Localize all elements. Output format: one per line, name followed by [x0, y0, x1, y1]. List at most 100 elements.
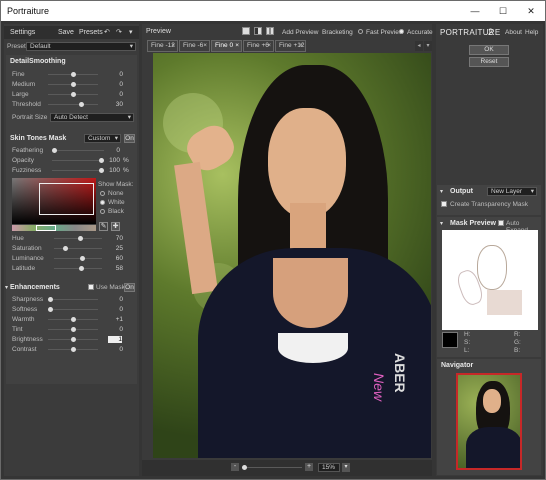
preview-image[interactable]: ABER New: [153, 53, 431, 458]
preview-tab[interactable]: Fine +12 ×: [275, 40, 306, 52]
enh-softness-knob[interactable]: [48, 307, 53, 312]
skin-latitude-knob[interactable]: [79, 266, 84, 271]
accurate-radio[interactable]: [399, 29, 404, 34]
navigator-thumbnail[interactable]: [456, 373, 522, 470]
enh-sharpness-slider[interactable]: [48, 297, 98, 302]
close-tab-icon[interactable]: ×: [171, 41, 175, 51]
enhancements-toggle[interactable]: On: [124, 283, 135, 292]
auto-expand-checkbox[interactable]: [498, 220, 504, 226]
zoom-value[interactable]: 15%: [318, 463, 340, 472]
preset-dropdown[interactable]: Default ▾: [26, 42, 136, 51]
enh-contrast-slider[interactable]: [48, 347, 98, 352]
hue-range-marker[interactable]: [36, 225, 56, 231]
preview-tab[interactable]: Fine 0 ×: [211, 40, 242, 52]
enh-brightness-slider[interactable]: [48, 337, 98, 342]
skin-saturation-knob[interactable]: [63, 246, 68, 251]
skin-mode-dropdown[interactable]: Custom ▾: [84, 134, 121, 143]
preview-tab[interactable]: Fine -6 ×: [179, 40, 210, 52]
eyedropper-icon[interactable]: ✎: [99, 222, 108, 231]
ok-button[interactable]: OK: [469, 45, 509, 55]
detail-medium-knob[interactable]: [71, 82, 76, 87]
detail-medium-label: Medium: [12, 81, 36, 88]
enh-contrast-value: 0: [119, 346, 123, 353]
skin-hue-slider[interactable]: [54, 236, 102, 241]
output-collapse-icon[interactable]: ▾: [440, 188, 443, 195]
skin-hue-knob[interactable]: [78, 236, 83, 241]
about-link[interactable]: About: [505, 29, 522, 36]
undo-icon[interactable]: ↶: [104, 26, 110, 39]
hue-strip[interactable]: [12, 225, 96, 231]
settings-menu-icon[interactable]: ▾: [129, 26, 133, 39]
bracketing-button[interactable]: Bracketing: [322, 29, 353, 36]
skin-latitude-slider[interactable]: [54, 266, 102, 271]
accurate-label: Accurate: [407, 29, 433, 36]
enh-softness-slider[interactable]: [48, 307, 98, 312]
maximize-button[interactable]: ☐: [489, 1, 517, 21]
preview-tab[interactable]: Fine -12 ×: [147, 40, 178, 52]
mask-face-outline: [477, 245, 507, 290]
save-button[interactable]: Save: [58, 26, 74, 39]
split-view-icon[interactable]: [254, 27, 262, 35]
zoom-out-button[interactable]: -: [231, 463, 239, 471]
mask-preview-image: [442, 230, 538, 330]
detail-threshold-slider[interactable]: [48, 102, 98, 107]
zoom-knob[interactable]: [242, 465, 247, 470]
color-picker[interactable]: [12, 178, 96, 224]
tabs-scroll-left[interactable]: ◂: [415, 41, 423, 51]
output-dropdown[interactable]: New Layer ▾: [487, 187, 537, 196]
close-tab-icon[interactable]: ×: [267, 41, 271, 51]
zoom-slider[interactable]: [242, 465, 302, 470]
close-tab-icon[interactable]: ×: [235, 41, 239, 51]
mask-none-radio[interactable]: [100, 191, 105, 196]
skin-fuzziness-slider[interactable]: [52, 168, 104, 173]
presets-button[interactable]: Presets: [79, 26, 103, 39]
enh-brightness-value: 1: [108, 336, 122, 343]
detail-large-slider[interactable]: [48, 92, 98, 97]
portrait-size-dropdown[interactable]: Auto Detect ▾: [50, 113, 134, 122]
zoom-in-button[interactable]: +: [305, 463, 313, 471]
skin-opacity-slider[interactable]: [52, 158, 104, 163]
eyedropper-plus-icon[interactable]: ✚: [111, 222, 120, 231]
skin-toggle[interactable]: On: [124, 134, 135, 143]
skin-feathering-slider[interactable]: [52, 148, 104, 153]
close-tab-icon[interactable]: ×: [203, 41, 207, 51]
skin-saturation-slider[interactable]: [54, 246, 102, 251]
use-mask-checkbox[interactable]: [88, 284, 94, 290]
enh-brightness-knob[interactable]: [71, 337, 76, 342]
help-link[interactable]: Help: [525, 29, 538, 36]
transparency-checkbox[interactable]: [441, 201, 447, 207]
single-view-icon[interactable]: [242, 27, 250, 35]
mask-collapse-icon[interactable]: ▾: [440, 220, 443, 227]
enh-tint-slider[interactable]: [48, 327, 98, 332]
settings-header: Settings Save Presets ↶ ↷ ▾: [4, 26, 139, 39]
mask-black-radio[interactable]: [100, 209, 105, 214]
enh-warmth-slider[interactable]: [48, 317, 98, 322]
chevron-down-icon[interactable]: ▾: [342, 463, 350, 472]
reset-button[interactable]: Reset: [469, 57, 509, 67]
minimize-button[interactable]: —: [461, 1, 489, 21]
color-range-box[interactable]: [39, 183, 94, 215]
detail-large-value: 0: [119, 91, 123, 98]
skin-luminance-slider[interactable]: [54, 256, 102, 261]
detail-medium-slider[interactable]: [48, 82, 98, 87]
skin-feathering-knob[interactable]: [52, 148, 57, 153]
fast-preview-radio[interactable]: [358, 29, 363, 34]
detail-fine-slider[interactable]: [48, 72, 98, 77]
redo-icon[interactable]: ↷: [116, 26, 122, 39]
collapse-icon[interactable]: ▾: [5, 284, 8, 291]
mask-white-radio[interactable]: [100, 200, 105, 205]
enh-warmth-knob[interactable]: [71, 317, 76, 322]
close-tab-icon[interactable]: ×: [299, 41, 303, 51]
enh-contrast-knob[interactable]: [71, 347, 76, 352]
enh-sharpness-knob[interactable]: [48, 297, 53, 302]
detail-fine-knob[interactable]: [71, 72, 76, 77]
detail-large-knob[interactable]: [71, 92, 76, 97]
tabs-menu-icon[interactable]: ▾: [424, 41, 432, 51]
skin-luminance-knob[interactable]: [80, 256, 85, 261]
close-button[interactable]: ✕: [517, 1, 545, 21]
detail-threshold-knob[interactable]: [79, 102, 84, 107]
side-by-side-icon[interactable]: [266, 27, 274, 35]
enh-tint-knob[interactable]: [71, 327, 76, 332]
add-preview-button[interactable]: Add Preview: [282, 29, 319, 36]
preview-tab[interactable]: Fine +6 ×: [243, 40, 274, 52]
